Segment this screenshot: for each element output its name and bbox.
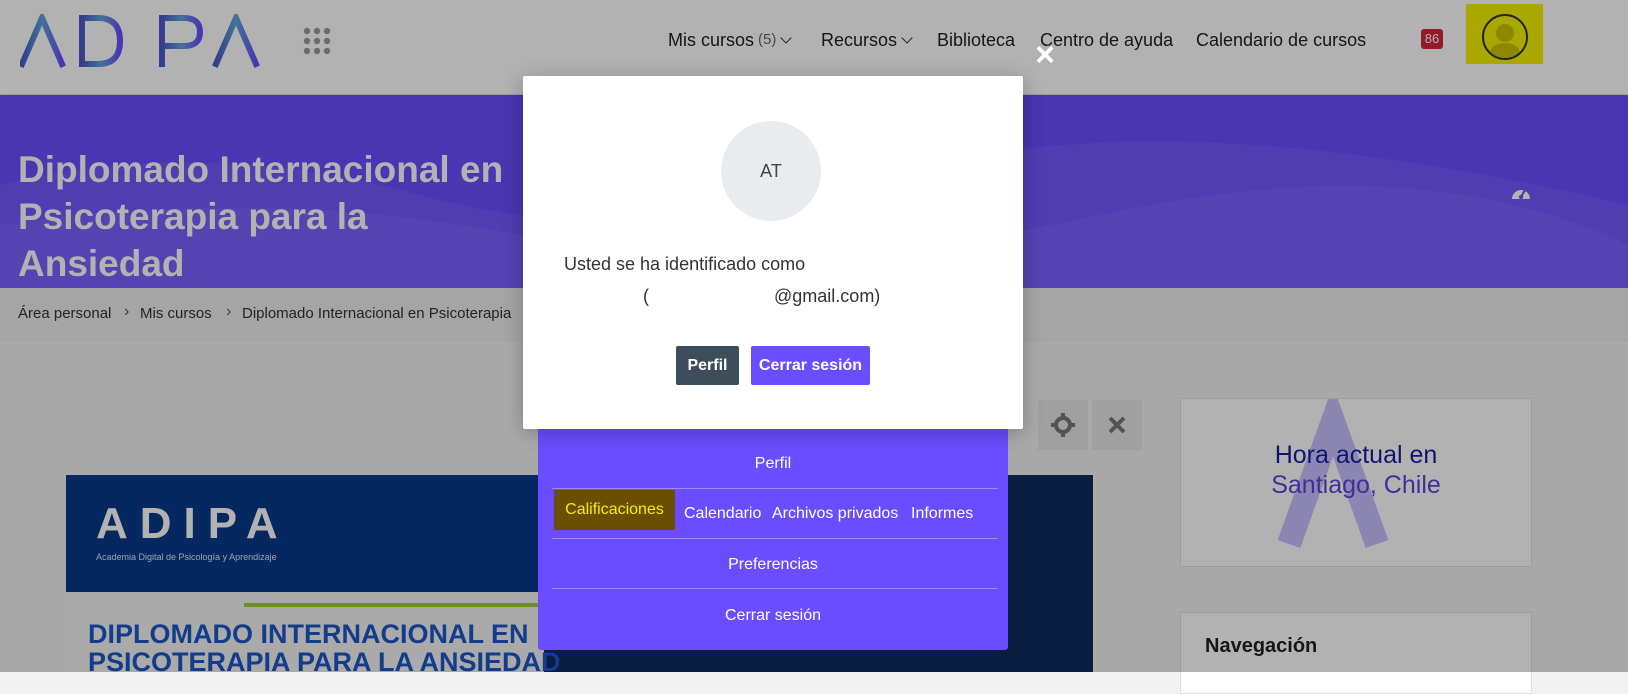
menu-divider [552,538,998,539]
menu-divider [552,588,998,589]
modal-avatar: AT [721,121,821,221]
menu-item-cerrar-sesion[interactable]: Cerrar sesión [538,607,1008,625]
user-info-modal: AT Usted se ha identificado como ( @gmai… [523,76,1023,429]
logout-button[interactable]: Cerrar sesión [751,346,870,385]
menu-item-calendario[interactable]: Calendario [684,505,761,523]
user-dropdown-menu: Perfil Calificaciones Calendario Archivo… [538,429,1008,650]
menu-item-perfil[interactable]: Perfil [538,455,1008,473]
menu-divider [552,488,998,489]
menu-item-preferencias[interactable]: Preferencias [538,556,1008,574]
profile-button[interactable]: Perfil [676,346,739,385]
menu-item-archivos-privados[interactable]: Archivos privados [772,505,898,523]
menu-item-informes[interactable]: Informes [911,505,973,523]
modal-close-icon[interactable]: × [1030,38,1060,72]
user-email: ( @gmail.com) [643,286,881,306]
logged-in-label: Usted se ha identificado como [564,254,806,274]
menu-item-calificaciones[interactable]: Calificaciones [554,490,675,530]
